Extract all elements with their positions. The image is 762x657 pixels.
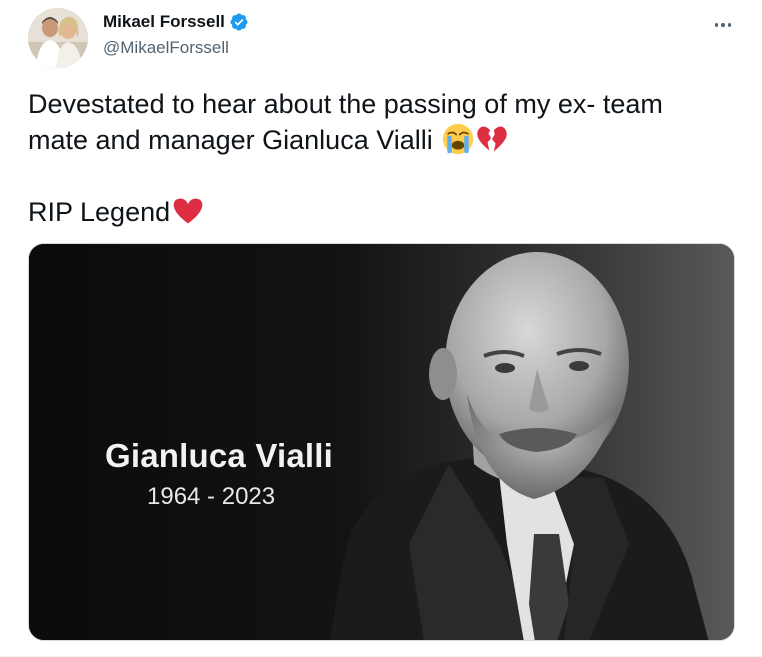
more-options-button[interactable] bbox=[706, 10, 740, 40]
tweet-line-1: Devestated to hear about the passing of … bbox=[28, 86, 728, 122]
tweet-text: Devestated to hear about the passing of … bbox=[28, 86, 728, 230]
more-dots-icon bbox=[714, 23, 719, 27]
tweet-line-1-text: Devestated to hear about the passing of … bbox=[28, 89, 663, 119]
tweet-media-image[interactable]: Gianluca Vialli 1964 - 2023 bbox=[28, 243, 735, 641]
tweet-line-2: mate and manager Gianluca Vialli bbox=[28, 122, 728, 158]
tweet-card: Mikael Forssell @MikaelForssell Devestat… bbox=[0, 0, 762, 657]
media-overlay-name: Gianluca Vialli bbox=[105, 437, 333, 474]
red-heart-emoji-icon bbox=[172, 195, 204, 227]
verified-badge-icon bbox=[229, 12, 249, 32]
more-dot bbox=[721, 23, 725, 27]
media-overlay-years: 1964 - 2023 bbox=[147, 483, 276, 510]
tweet-line-3-text: RIP Legend bbox=[28, 197, 171, 227]
loudly-crying-face-emoji-icon bbox=[442, 123, 474, 155]
broken-heart-emoji-icon bbox=[476, 123, 508, 155]
author-handle[interactable]: @MikaelForssell bbox=[103, 38, 229, 58]
author-display-name[interactable]: Mikael Forssell bbox=[103, 12, 225, 32]
author-name-row[interactable]: Mikael Forssell bbox=[103, 12, 249, 32]
more-dot bbox=[727, 23, 732, 27]
avatar[interactable] bbox=[28, 8, 88, 68]
tweet-line-2-text: mate and manager Gianluca Vialli bbox=[28, 125, 441, 155]
tweet-line-3: RIP Legend bbox=[28, 194, 728, 230]
